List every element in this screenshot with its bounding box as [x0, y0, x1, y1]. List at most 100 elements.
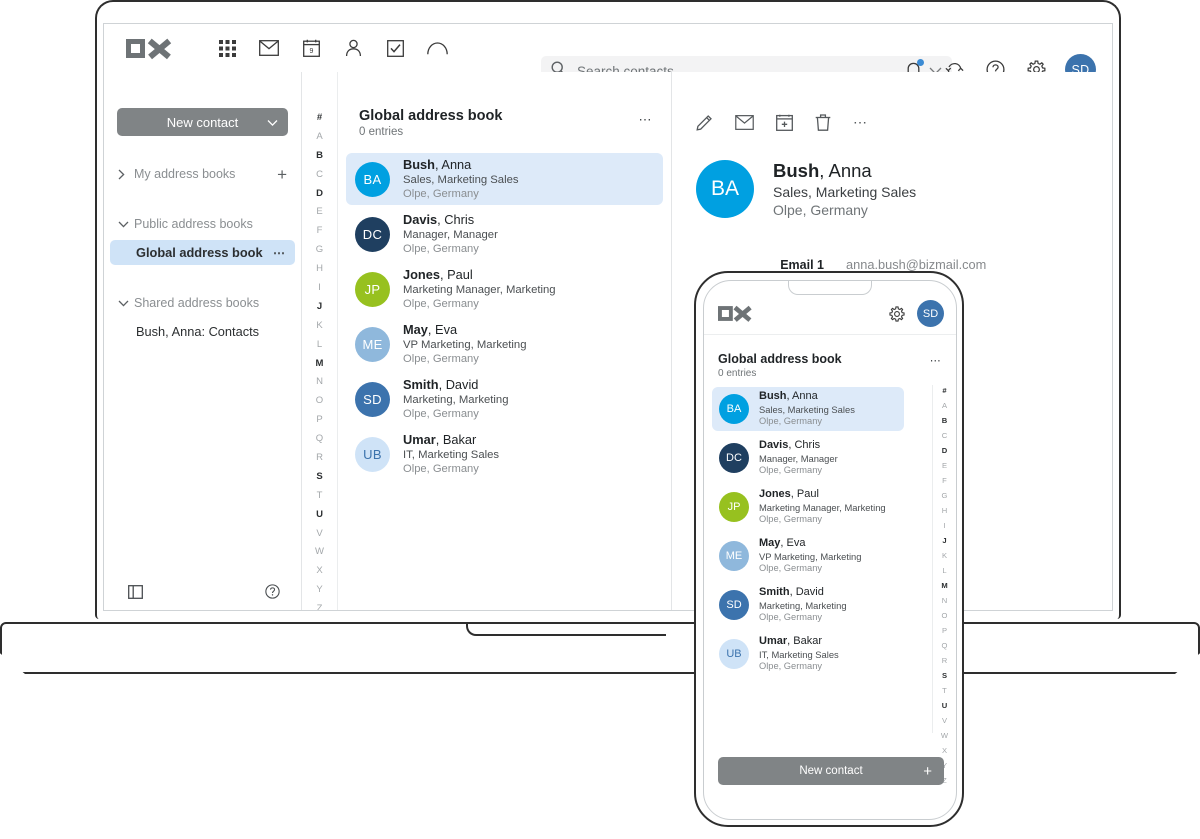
alphabet-index-letter[interactable]: R	[316, 453, 323, 463]
alphabet-index-letter[interactable]: U	[316, 510, 323, 520]
alphabet-index-letter[interactable]: X	[942, 747, 947, 755]
alphabet-index-letter[interactable]: A	[942, 402, 947, 410]
drive-icon[interactable]	[424, 35, 450, 61]
alphabet-index-letter[interactable]: M	[316, 359, 324, 369]
contact-list-item[interactable]: BA Bush, Anna Sales, Marketing Sales Olp…	[712, 387, 904, 431]
alphabet-index-letter[interactable]: W	[315, 547, 324, 557]
new-contact-button[interactable]: New contact	[117, 108, 288, 136]
alphabet-index-letter[interactable]: W	[941, 732, 948, 740]
alphabet-index-letter[interactable]: F	[317, 226, 323, 236]
alphabet-index-letter[interactable]: #	[317, 113, 322, 123]
alphabet-index-letter[interactable]: D	[316, 189, 323, 199]
alphabet-index-letter[interactable]: R	[942, 657, 947, 665]
alphabet-index-letter[interactable]: #	[942, 387, 946, 395]
alphabet-index-letter[interactable]: J	[317, 302, 322, 312]
alphabet-index-letter[interactable]: T	[317, 491, 323, 501]
more-options-icon[interactable]: ⋯	[853, 114, 869, 131]
trash-icon[interactable]	[815, 114, 831, 131]
chevron-down-icon[interactable]	[118, 300, 134, 307]
contact-list-item[interactable]: JP Jones, Paul Marketing Manager, Market…	[346, 263, 663, 315]
alphabet-index-letter[interactable]: L	[317, 340, 322, 350]
alphabet-index-letter[interactable]: Q	[942, 642, 948, 650]
alphabet-index-letter[interactable]: C	[316, 170, 323, 180]
alphabet-index-letter[interactable]: L	[942, 567, 946, 575]
user-avatar[interactable]: SD	[917, 300, 944, 327]
alphabet-index-letter[interactable]: F	[942, 477, 947, 485]
contact-name: Davis, Chris	[403, 211, 475, 227]
mail-icon[interactable]	[735, 115, 754, 130]
contact-list-item[interactable]: UB Umar, Bakar IT, Marketing Sales Olpe,…	[346, 428, 663, 480]
alphabet-index-letter[interactable]: C	[942, 432, 947, 440]
tasks-icon[interactable]	[382, 35, 408, 61]
new-contact-button[interactable]: New contact +	[718, 757, 944, 785]
contact-list-item[interactable]: SD Smith, David Marketing, Marketing Olp…	[346, 373, 663, 425]
avatar: DC	[719, 443, 749, 473]
sidebar-item-global-address-book[interactable]: Global address book ⋯	[110, 240, 295, 265]
list-options-icon[interactable]: ⋯	[639, 112, 654, 128]
alphabet-index-letter[interactable]: S	[942, 672, 947, 680]
app-grid-icon[interactable]	[214, 35, 240, 61]
alphabet-index-letter[interactable]: X	[316, 566, 322, 576]
alphabet-index-letter[interactable]: I	[943, 522, 945, 530]
alphabet-index-letter[interactable]: G	[942, 492, 948, 500]
alphabet-index-letter[interactable]: H	[942, 507, 947, 515]
alphabet-index-letter[interactable]: P	[316, 415, 322, 425]
chevron-down-icon[interactable]	[118, 221, 134, 228]
alphabet-index-letter[interactable]: O	[942, 612, 948, 620]
alphabet-index-letter[interactable]: K	[316, 321, 322, 331]
sidebar-group-header[interactable]: My address books +	[104, 162, 301, 186]
contact-list-item[interactable]: ME May, Eva VP Marketing, Marketing Olpe…	[712, 534, 904, 578]
alphabet-index-letter[interactable]: Q	[316, 434, 323, 444]
alphabet-index-letter[interactable]: Y	[316, 585, 322, 595]
more-options-icon[interactable]: ⋯	[273, 246, 286, 260]
alphabet-index-letter[interactable]: V	[942, 717, 947, 725]
contacts-icon[interactable]	[340, 35, 366, 61]
toggle-folderview-icon[interactable]	[128, 584, 143, 604]
alphabet-index-letter[interactable]: N	[316, 377, 323, 387]
add-appointment-icon[interactable]	[776, 114, 793, 131]
alphabet-index-letter[interactable]: O	[316, 396, 323, 406]
alphabet-index-letter[interactable]: J	[942, 537, 946, 545]
alphabet-index-letter[interactable]: E	[316, 207, 322, 217]
gear-icon[interactable]	[889, 305, 905, 322]
contact-list-item[interactable]: DC Davis, Chris Manager, Manager Olpe, G…	[712, 436, 904, 480]
alphabet-index-letter[interactable]: D	[942, 447, 947, 455]
alphabet-index-letter[interactable]: K	[942, 552, 947, 560]
contact-location: Olpe, Germany	[403, 408, 479, 421]
sidebar-item-bush-anna-contacts[interactable]: Bush, Anna: Contacts	[110, 319, 295, 344]
alphabet-index-letter[interactable]: B	[316, 151, 323, 161]
contact-list-item[interactable]: ME May, Eva VP Marketing, Marketing Olpe…	[346, 318, 663, 370]
list-options-icon[interactable]: ⋯	[930, 354, 942, 367]
add-address-book-icon[interactable]: +	[277, 166, 287, 183]
alphabet-index-letter[interactable]: N	[942, 597, 947, 605]
edit-pencil-icon[interactable]	[696, 114, 713, 131]
sidebar-group-header[interactable]: Public address books	[104, 212, 301, 236]
alphabet-index-letter[interactable]: M	[941, 582, 947, 590]
contact-list-item[interactable]: UB Umar, Bakar IT, Marketing Sales Olpe,…	[712, 632, 904, 676]
alphabet-index-letter[interactable]: A	[316, 132, 322, 142]
contact-name: Davis, Chris	[759, 439, 821, 452]
chevron-right-icon[interactable]	[118, 169, 134, 180]
alphabet-index-letter[interactable]: P	[942, 627, 947, 635]
contact-list-item[interactable]: SD Smith, David Marketing, Marketing Olp…	[712, 583, 904, 627]
contact-list-item[interactable]: BA Bush, Anna Sales, Marketing Sales Olp…	[346, 153, 663, 205]
alphabet-index-letter[interactable]: Z	[317, 604, 323, 610]
alphabet-index-letter[interactable]: T	[942, 687, 947, 695]
alphabet-index-letter[interactable]: E	[942, 462, 947, 470]
sidebar-group-header[interactable]: Shared address books	[104, 291, 301, 315]
avatar: SD	[355, 381, 390, 417]
alphabet-index-letter[interactable]: S	[316, 472, 322, 482]
calendar-icon[interactable]: 9	[298, 35, 324, 61]
contact-list-item[interactable]: DC Davis, Chris Manager, Manager Olpe, G…	[346, 208, 663, 260]
mail-icon[interactable]	[256, 35, 282, 61]
alphabet-index-letter[interactable]: I	[318, 283, 321, 293]
alphabet-index-letter[interactable]: B	[942, 417, 947, 425]
contact-list-item[interactable]: JP Jones, Paul Marketing Manager, Market…	[712, 485, 904, 529]
alphabet-index-letter[interactable]: V	[316, 529, 322, 539]
help-icon[interactable]	[265, 584, 280, 604]
entry-count: 0 entries	[359, 126, 404, 138]
alphabet-index-letter[interactable]: U	[942, 702, 947, 710]
chevron-down-icon[interactable]	[267, 115, 278, 130]
alphabet-index-letter[interactable]: G	[316, 245, 323, 255]
alphabet-index-letter[interactable]: H	[316, 264, 323, 274]
